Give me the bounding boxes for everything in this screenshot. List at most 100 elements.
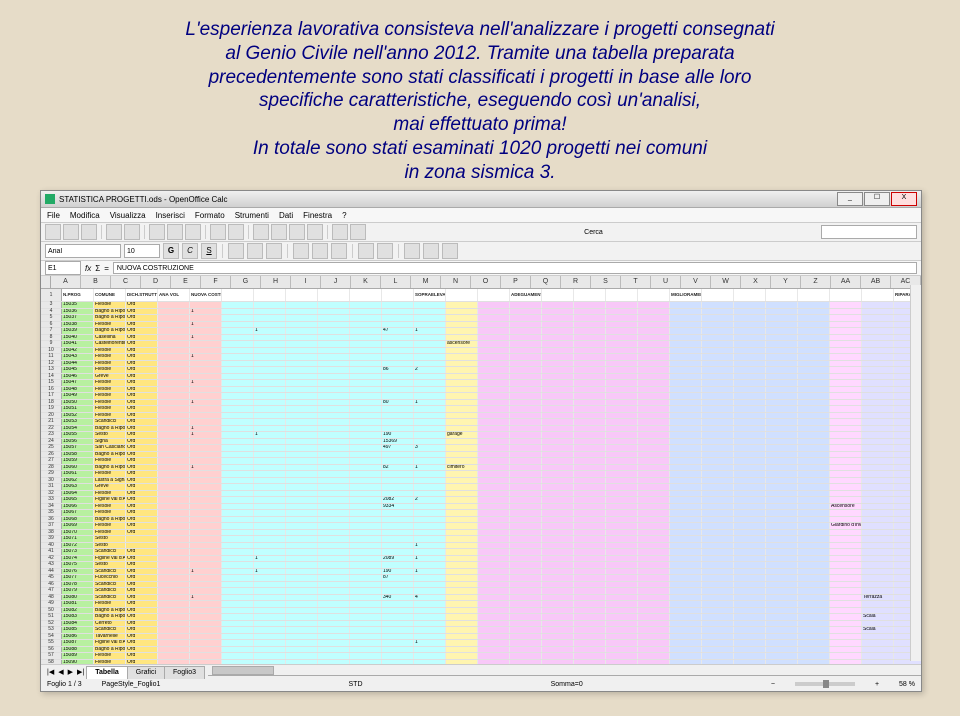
cell[interactable] [350,595,382,601]
cell[interactable] [862,302,894,308]
cell[interactable] [190,348,222,354]
cell[interactable] [510,471,542,477]
cell[interactable]: 2089 [382,556,414,562]
cell[interactable] [734,465,766,471]
cell[interactable] [510,543,542,549]
cell[interactable] [254,471,286,477]
cell[interactable] [830,491,862,497]
cell[interactable] [574,588,606,594]
cell[interactable] [862,543,894,549]
cell[interactable] [254,302,286,308]
indent-dec-icon[interactable] [358,243,374,259]
cell[interactable]: Ord [126,588,158,594]
cell[interactable] [798,634,830,640]
cell[interactable] [350,328,382,334]
cell[interactable] [190,491,222,497]
cell[interactable] [414,660,446,665]
cell[interactable]: 1 [414,328,446,334]
cell[interactable] [478,627,510,633]
cell[interactable] [414,608,446,614]
cell[interactable] [702,653,734,659]
cell[interactable] [414,634,446,640]
cell[interactable] [446,393,478,399]
cell[interactable] [318,608,350,614]
cell[interactable] [574,328,606,334]
horizontal-scrollbar[interactable] [208,665,921,675]
cell[interactable] [734,452,766,458]
cell[interactable] [414,536,446,542]
cell[interactable] [382,348,414,354]
cell[interactable]: cimitero [446,465,478,471]
cell[interactable] [542,432,574,438]
cell[interactable] [382,634,414,640]
cell[interactable] [766,328,798,334]
cell[interactable] [862,354,894,360]
cell[interactable] [254,575,286,581]
cell[interactable] [414,380,446,386]
cell[interactable] [158,523,190,529]
cell[interactable] [606,504,638,510]
cell[interactable] [734,380,766,386]
cell[interactable] [446,523,478,529]
cell[interactable] [830,419,862,425]
cell[interactable] [702,530,734,536]
cell[interactable] [318,348,350,354]
cell[interactable] [382,380,414,386]
cell[interactable] [542,627,574,633]
cell[interactable] [254,335,286,341]
cell[interactable] [574,471,606,477]
bg-color-icon[interactable] [423,243,439,259]
cell[interactable] [478,471,510,477]
cell[interactable] [414,458,446,464]
sum-icon[interactable]: Σ [95,264,100,273]
cell[interactable] [606,640,638,646]
cell[interactable]: 1 [190,569,222,575]
formula-input[interactable] [113,262,917,274]
cell[interactable] [510,328,542,334]
cell[interactable] [606,471,638,477]
cell[interactable] [862,582,894,588]
cell[interactable] [638,484,670,490]
cell[interactable] [702,426,734,432]
cell[interactable] [830,556,862,562]
cell[interactable]: Tavarnelle [94,634,126,640]
cell[interactable] [510,315,542,321]
align-right-icon[interactable] [266,243,282,259]
cell[interactable] [798,413,830,419]
header-cell[interactable] [318,289,350,301]
cell[interactable] [446,491,478,497]
cell[interactable] [798,419,830,425]
close-button[interactable]: X [891,192,917,206]
cell[interactable] [830,406,862,412]
indent-inc-icon[interactable] [377,243,393,259]
cell[interactable] [414,647,446,653]
cell[interactable] [574,484,606,490]
cell[interactable] [574,406,606,412]
cell[interactable] [318,621,350,627]
cell[interactable] [638,465,670,471]
cell[interactable] [382,452,414,458]
cell[interactable] [382,361,414,367]
cell[interactable] [606,653,638,659]
cell[interactable] [222,348,254,354]
cell[interactable] [222,491,254,497]
cell[interactable] [254,361,286,367]
cell[interactable] [446,471,478,477]
cell[interactable] [382,588,414,594]
cell[interactable] [606,510,638,516]
cell[interactable] [286,328,318,334]
cell[interactable] [638,387,670,393]
cell[interactable] [766,582,798,588]
cell[interactable]: 15065 [62,497,94,503]
cell[interactable] [542,569,574,575]
cell[interactable]: Signa [94,439,126,445]
cell[interactable] [254,341,286,347]
menu-item[interactable]: Dati [279,211,293,220]
cell[interactable] [734,634,766,640]
cell[interactable] [670,458,702,464]
cell[interactable] [766,588,798,594]
cell[interactable]: Ord [126,341,158,347]
cell[interactable] [702,406,734,412]
header-cell[interactable] [382,289,414,301]
cell[interactable] [510,484,542,490]
